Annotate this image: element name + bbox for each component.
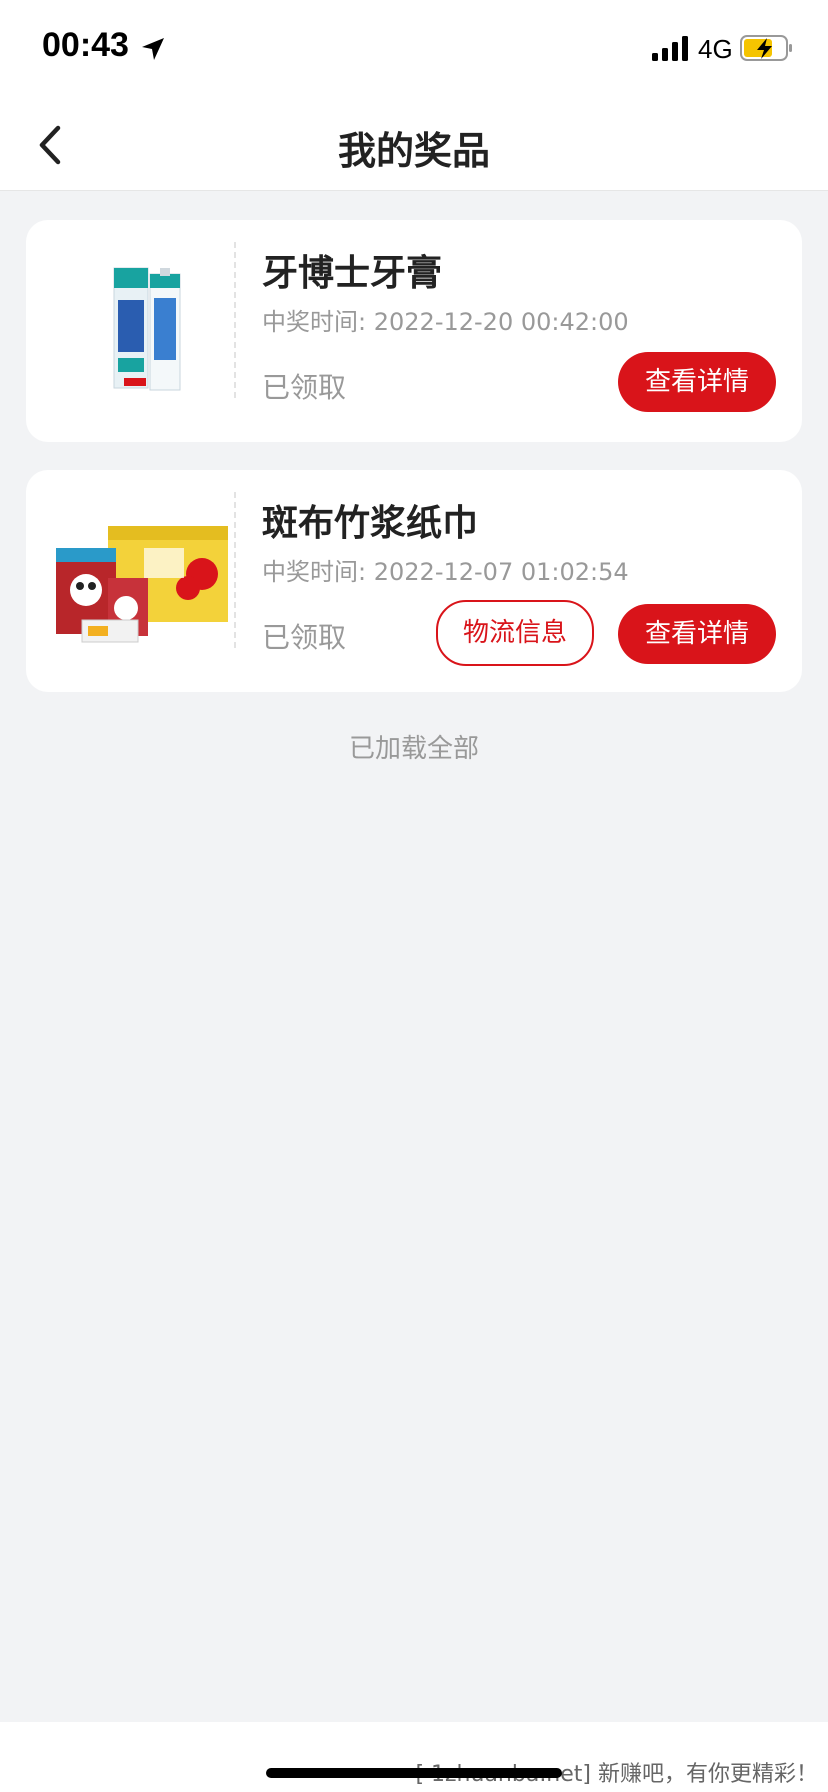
- card-divider: [234, 242, 236, 398]
- win-time: 中奖时间: 2022-12-07 01:02:54: [262, 552, 629, 587]
- home-indicator[interactable]: [266, 1768, 562, 1778]
- toothpaste-product-image: [113, 267, 181, 391]
- bottom-area: [ 1zhuanba.net] 新赚吧，有你更精彩！: [0, 1722, 828, 1792]
- claim-status: 已领取: [262, 621, 347, 654]
- win-time-value: 2022-12-07 01:02:54: [373, 558, 629, 586]
- nav-bar: 我的奖品: [0, 100, 828, 191]
- prize-name: 牙博士牙膏: [262, 253, 443, 294]
- prize-name: 斑布竹浆纸巾: [262, 503, 479, 544]
- win-time: 中奖时间: 2022-12-20 00:42:00: [262, 302, 629, 337]
- status-time: 00:43: [42, 26, 129, 64]
- status-bar: 00:43 4G: [0, 0, 828, 100]
- network-type: 4G: [698, 34, 733, 64]
- tissue-product-image: [56, 526, 228, 643]
- battery-charging-icon: [740, 35, 792, 61]
- logistics-info-button[interactable]: 物流信息: [436, 600, 594, 666]
- win-time-label: 中奖时间:: [262, 308, 367, 336]
- claim-status: 已领取: [262, 371, 347, 404]
- win-time-value: 2022-12-20 00:42:00: [373, 308, 629, 336]
- view-details-button[interactable]: 查看详情: [618, 352, 776, 412]
- location-arrow-icon: [142, 38, 164, 60]
- prize-card: 斑布竹浆纸巾 中奖时间: 2022-12-07 01:02:54 已领取 物流信…: [26, 470, 802, 692]
- card-divider: [234, 492, 236, 648]
- prize-card: 牙博士牙膏 中奖时间: 2022-12-20 00:42:00 已领取 查看详情: [26, 220, 802, 442]
- loaded-all-text: 已加载全部: [348, 734, 479, 764]
- cellular-signal-icon: [652, 36, 688, 61]
- view-details-button[interactable]: 查看详情: [618, 604, 776, 664]
- page-title: 我的奖品: [337, 129, 490, 173]
- win-time-label: 中奖时间:: [262, 558, 367, 586]
